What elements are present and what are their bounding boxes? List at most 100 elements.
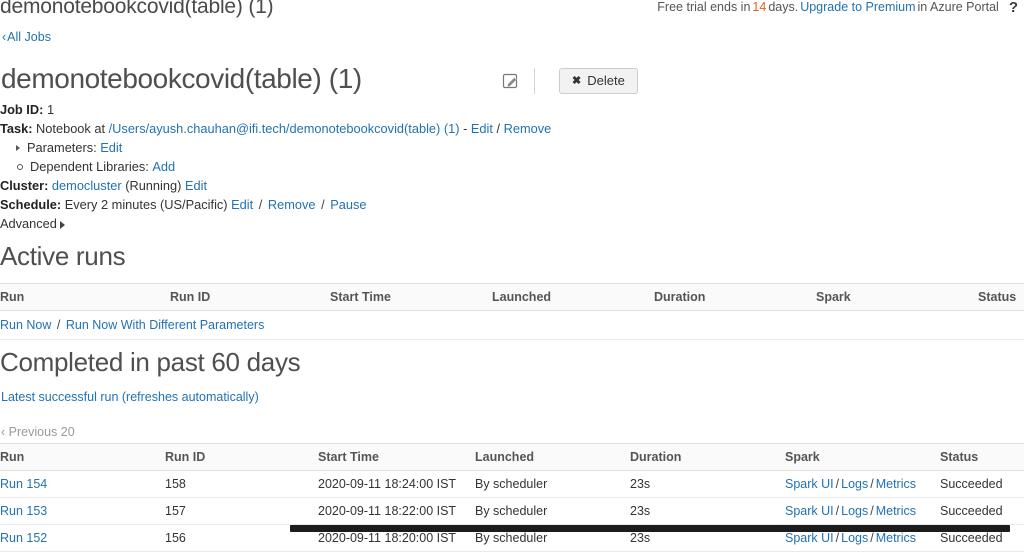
duration: 23s xyxy=(630,477,651,491)
column-header-status: Status xyxy=(940,443,1024,471)
job-id-label: Job ID: xyxy=(0,102,44,117)
spark-link-1[interactable]: Logs xyxy=(841,531,868,545)
job-id-row: Job ID: 1 xyxy=(0,100,551,119)
latest-successful-run-link[interactable]: Latest successful run (refreshes automat… xyxy=(1,390,259,404)
job-metadata: Job ID: 1 Task: Notebook at /Users/ayush… xyxy=(0,100,551,233)
launched: By scheduler xyxy=(475,504,548,518)
active-runs-header-row: Run Run ID Start Time Launched Duration … xyxy=(0,283,1024,311)
run-link[interactable]: Run 154 xyxy=(0,477,47,491)
spark-separator: / xyxy=(870,477,874,491)
advanced-toggle[interactable]: Advanced xyxy=(0,214,551,233)
completed-runs-body: Run 154 158 2020-09-11 18:24:00 IST By sche… xyxy=(0,470,1024,552)
start-time-cell: 2020-09-11 18:22:00 IST xyxy=(318,497,475,525)
launched: By scheduler xyxy=(475,531,548,545)
schedule-label: Schedule: xyxy=(0,197,62,212)
status-badge: Succeeded xyxy=(940,504,1003,518)
status-badge: Succeeded xyxy=(940,531,1003,545)
task-label: Task: xyxy=(0,121,33,136)
launched-cell: By scheduler xyxy=(475,497,630,525)
spark-link-2[interactable]: Metrics xyxy=(876,531,916,545)
dependent-libraries-add-link[interactable]: Add xyxy=(152,157,175,176)
run-id: 158 xyxy=(165,477,186,491)
spark-link-0[interactable]: Spark UI xyxy=(785,531,834,545)
schedule-row: Schedule: Every 2 minutes (US/Pacific) E… xyxy=(0,195,551,214)
dependent-libraries-row: Dependent Libraries: Add xyxy=(0,157,551,176)
header-divider xyxy=(534,68,535,94)
close-icon: ✖ xyxy=(572,75,582,87)
column-header-run: Run xyxy=(0,443,165,471)
run-now-separator: / xyxy=(56,318,61,332)
run-link[interactable]: Run 152 xyxy=(0,531,47,545)
spark-separator: / xyxy=(870,531,874,545)
column-header-launched: Launched xyxy=(492,283,654,311)
edit-pencil-icon[interactable] xyxy=(500,70,522,92)
chevron-left-icon: ‹ xyxy=(2,30,7,44)
cluster-name-link[interactable]: democluster xyxy=(52,178,122,193)
horizontal-scrollbar-thumb[interactable] xyxy=(290,525,1010,532)
run-id-cell: 157 xyxy=(165,497,318,525)
active-runs-heading: Active runs xyxy=(0,241,126,271)
circle-bullet-icon xyxy=(17,163,23,170)
active-runs-table: Run Run ID Start Time Launched Duration … xyxy=(0,283,1024,340)
duration: 23s xyxy=(630,504,651,518)
horizontal-scrollbar-track[interactable] xyxy=(0,525,1024,532)
task-prefix: Notebook at xyxy=(36,121,106,136)
column-header-duration: Duration xyxy=(654,283,816,311)
cluster-row: Cluster: democluster (Running) Edit xyxy=(0,176,551,195)
schedule-remove-link[interactable]: Remove xyxy=(268,197,316,212)
run-link-cell: Run 153 xyxy=(0,497,165,525)
trial-banner: Free trial ends in 14 days. Upgrade to P… xyxy=(657,0,1018,16)
task-dash: - xyxy=(463,121,468,136)
spark-link-2[interactable]: Metrics xyxy=(876,504,916,518)
schedule-pause-link[interactable]: Pause xyxy=(330,197,366,212)
parameters-label: Parameters: xyxy=(27,140,97,155)
run-now-row: Run Now / Run Now With Different Paramet… xyxy=(0,310,1024,340)
header-actions: ✖ Delete xyxy=(500,68,638,94)
duration: 23s xyxy=(630,531,651,545)
column-header-spark: Spark xyxy=(785,443,940,471)
run-now-link[interactable]: Run Now xyxy=(0,318,51,332)
completed-runs-table: Run Run ID Start Time Launched Duration … xyxy=(0,443,1024,552)
spark-cell: Spark UI / Logs / Metrics xyxy=(785,470,940,498)
task-notebook-path-link[interactable]: /Users/ayush.chauhan@ifi.tech/demonotebo… xyxy=(109,121,460,136)
spark-link-1[interactable]: Logs xyxy=(841,477,868,491)
table-row: Run 154 158 2020-09-11 18:24:00 IST By sche… xyxy=(0,470,1024,498)
delete-button[interactable]: ✖ Delete xyxy=(559,68,638,94)
spark-link-2[interactable]: Metrics xyxy=(876,477,916,491)
upgrade-to-premium-link[interactable]: Upgrade to Premium xyxy=(798,0,917,14)
run-id: 157 xyxy=(165,504,186,518)
help-icon[interactable]: ? xyxy=(1009,0,1018,16)
parameters-edit-link[interactable]: Edit xyxy=(100,138,122,157)
task-remove-link[interactable]: Remove xyxy=(504,121,552,136)
column-header-duration: Duration xyxy=(630,443,785,471)
delete-button-label: Delete xyxy=(587,73,625,88)
schedule-separator-2: / xyxy=(321,197,325,212)
start-time: 2020-09-11 18:22:00 IST xyxy=(318,504,457,518)
spark-separator: / xyxy=(835,477,840,491)
job-detail-page: demonotebookcovid(table) (1) Free trial … xyxy=(0,0,1024,552)
column-header-status: Status xyxy=(978,283,1024,311)
duration-cell: 23s xyxy=(630,470,785,498)
spark-link-1[interactable]: Logs xyxy=(841,504,868,518)
run-now-with-parameters-link[interactable]: Run Now With Different Parameters xyxy=(66,318,264,332)
column-header-spark: Spark xyxy=(816,283,978,311)
breadcrumb-all-jobs-link[interactable]: ‹All Jobs xyxy=(2,30,51,44)
run-link[interactable]: Run 153 xyxy=(0,504,47,518)
column-header-launched: Launched xyxy=(475,443,630,471)
start-time-cell: 2020-09-11 18:24:00 IST xyxy=(318,470,475,498)
task-row: Task: Notebook at /Users/ayush.chauhan@i… xyxy=(0,119,551,138)
schedule-edit-link[interactable]: Edit xyxy=(231,197,253,212)
task-edit-link[interactable]: Edit xyxy=(471,121,493,136)
cluster-edit-link[interactable]: Edit xyxy=(185,178,207,193)
previous-page-link[interactable]: ‹ Previous 20 xyxy=(1,425,75,439)
spark-link-0[interactable]: Spark UI xyxy=(785,504,834,518)
trial-days-text: days. xyxy=(768,0,799,14)
advanced-label: Advanced xyxy=(0,216,57,231)
run-link-cell: Run 154 xyxy=(0,470,165,498)
completed-runs-header-row: Run Run ID Start Time Launched Duration … xyxy=(0,443,1024,471)
spark-link-0[interactable]: Spark UI xyxy=(785,477,834,491)
start-time: 2020-09-11 18:20:00 IST xyxy=(318,531,457,545)
parameters-row[interactable]: Parameters: Edit xyxy=(0,138,551,157)
task-separator: / xyxy=(496,121,501,136)
top-bar: demonotebookcovid(table) (1) Free trial … xyxy=(0,0,1024,22)
